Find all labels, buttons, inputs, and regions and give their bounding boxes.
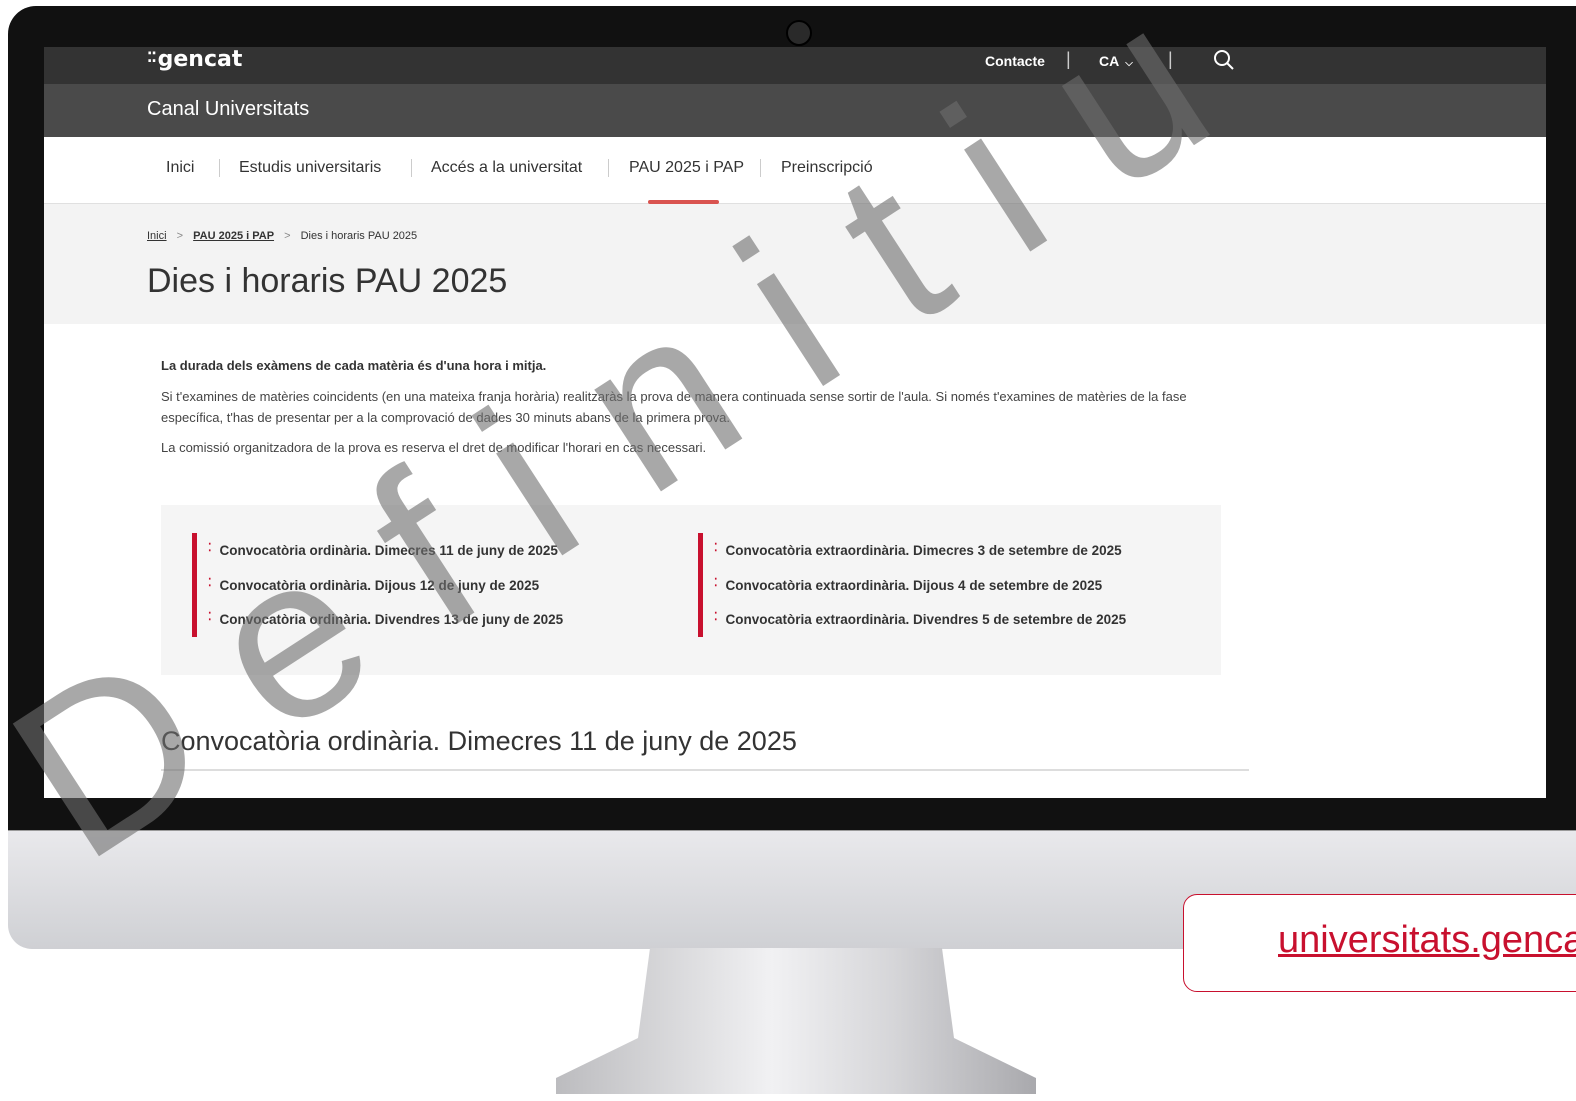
page-header: Inici > PAU 2025 i PAP > Dies i horaris …	[44, 204, 1546, 324]
section-divider	[161, 769, 1249, 771]
gencat-logo[interactable]: ⁚⁚gencat	[147, 47, 242, 72]
gencat-mark-icon: ⁚	[208, 542, 212, 554]
gencat-dots-icon: ⁚⁚	[147, 50, 157, 66]
logo-text: gencat	[157, 47, 243, 72]
gencat-mark-icon: ⁚	[714, 611, 718, 623]
nav-item-pau[interactable]: PAU 2025 i PAP	[629, 159, 744, 177]
chevron-right-icon: >	[176, 230, 184, 242]
gencat-mark-icon: ⁚	[208, 611, 212, 623]
language-label: CA	[1099, 53, 1120, 69]
sessions-index: ⁚ Convocatòria ordinària. Dimecres 11 de …	[161, 505, 1221, 675]
header-separator: |	[1168, 49, 1173, 69]
nav-separator	[411, 159, 412, 177]
session-link[interactable]: ⁚ Convocatòria extraordinària. Dijous 4 d…	[714, 576, 1102, 593]
header-separator: |	[1066, 49, 1071, 69]
disclaimer-paragraph: La comissió organitzadora de la prova es…	[161, 440, 707, 455]
session-link[interactable]: ⁚ Convocatòria ordinària. Divendres 13 de…	[208, 610, 563, 627]
session-link[interactable]: ⁚ Convocatòria ordinària. Dimecres 11 de …	[208, 541, 558, 558]
nav-item-inici[interactable]: Inici	[166, 159, 194, 177]
gencat-mark-icon: ⁚	[714, 542, 718, 554]
session-link[interactable]: ⁚ Convocatòria ordinària. Dijous 12 de ju…	[208, 576, 539, 593]
session-label: Convocatòria extraordinària. Divendres 5…	[725, 612, 1127, 627]
nav-item-estudis[interactable]: Estudis universitaris	[239, 159, 381, 177]
contact-link[interactable]: Contacte	[985, 53, 1045, 69]
search-icon[interactable]	[1212, 48, 1236, 72]
intro-paragraph: Si t'examines de matèries coincidents (e…	[161, 389, 1187, 425]
session-label: Convocatòria ordinària. Divendres 13 de …	[219, 612, 564, 627]
breadcrumb-link-pau[interactable]: PAU 2025 i PAP	[193, 230, 274, 242]
nav-separator	[760, 159, 761, 177]
url-callout: universitats.gencat.cat	[1183, 894, 1576, 992]
chevron-down-icon: ⌵	[1125, 58, 1133, 69]
nav-separator	[608, 159, 609, 177]
camera-icon	[786, 20, 812, 46]
breadcrumb: Inici > PAU 2025 i PAP > Dies i horaris …	[147, 230, 417, 242]
top-bar: ⁚⁚gencat Contacte | CA ⌵ |	[44, 47, 1546, 84]
session-link[interactable]: ⁚ Convocatòria extraordinària. Dimecres 3…	[714, 541, 1122, 558]
browser-screen: ⁚⁚gencat Contacte | CA ⌵ | Canal Universi…	[44, 47, 1546, 798]
monitor-stand	[556, 948, 1036, 1094]
canal-title[interactable]: Canal Universitats	[147, 98, 309, 121]
url-link[interactable]: universitats.gencat.cat	[1278, 919, 1576, 962]
nav-separator	[219, 159, 220, 177]
session-link[interactable]: ⁚ Convocatòria extraordinària. Divendres …	[714, 610, 1126, 627]
gencat-mark-icon: ⁚	[208, 577, 212, 589]
language-selector[interactable]: CA ⌵	[1099, 53, 1133, 69]
gencat-mark-icon: ⁚	[714, 577, 718, 589]
session-label: Convocatòria ordinària. Dimecres 11 de j…	[219, 543, 558, 558]
nav-item-acces[interactable]: Accés a la universitat	[431, 159, 582, 177]
section-heading: Convocatòria ordinària. Dimecres 11 de j…	[161, 726, 797, 756]
page-title: Dies i horaris PAU 2025	[147, 262, 508, 300]
chevron-right-icon: >	[284, 230, 291, 242]
intro-bold-text: La durada dels exàmens de cada matèria é…	[161, 358, 547, 373]
nav-item-preinscripcio[interactable]: Preinscripció	[781, 159, 873, 177]
session-label: Convocatòria ordinària. Dijous 12 de jun…	[219, 578, 540, 593]
accent-bar	[192, 533, 197, 637]
main-nav: Inici Estudis universitaris Accés a la u…	[44, 137, 1546, 204]
session-label: Convocatòria extraordinària. Dimecres 3 …	[725, 543, 1122, 558]
accent-bar	[698, 533, 703, 637]
canal-bar: Canal Universitats	[44, 84, 1546, 137]
session-label: Convocatòria extraordinària. Dijous 4 de…	[725, 578, 1103, 593]
breadcrumb-current: Dies i horaris PAU 2025	[300, 230, 418, 242]
breadcrumb-link-inici[interactable]: Inici	[147, 230, 167, 242]
